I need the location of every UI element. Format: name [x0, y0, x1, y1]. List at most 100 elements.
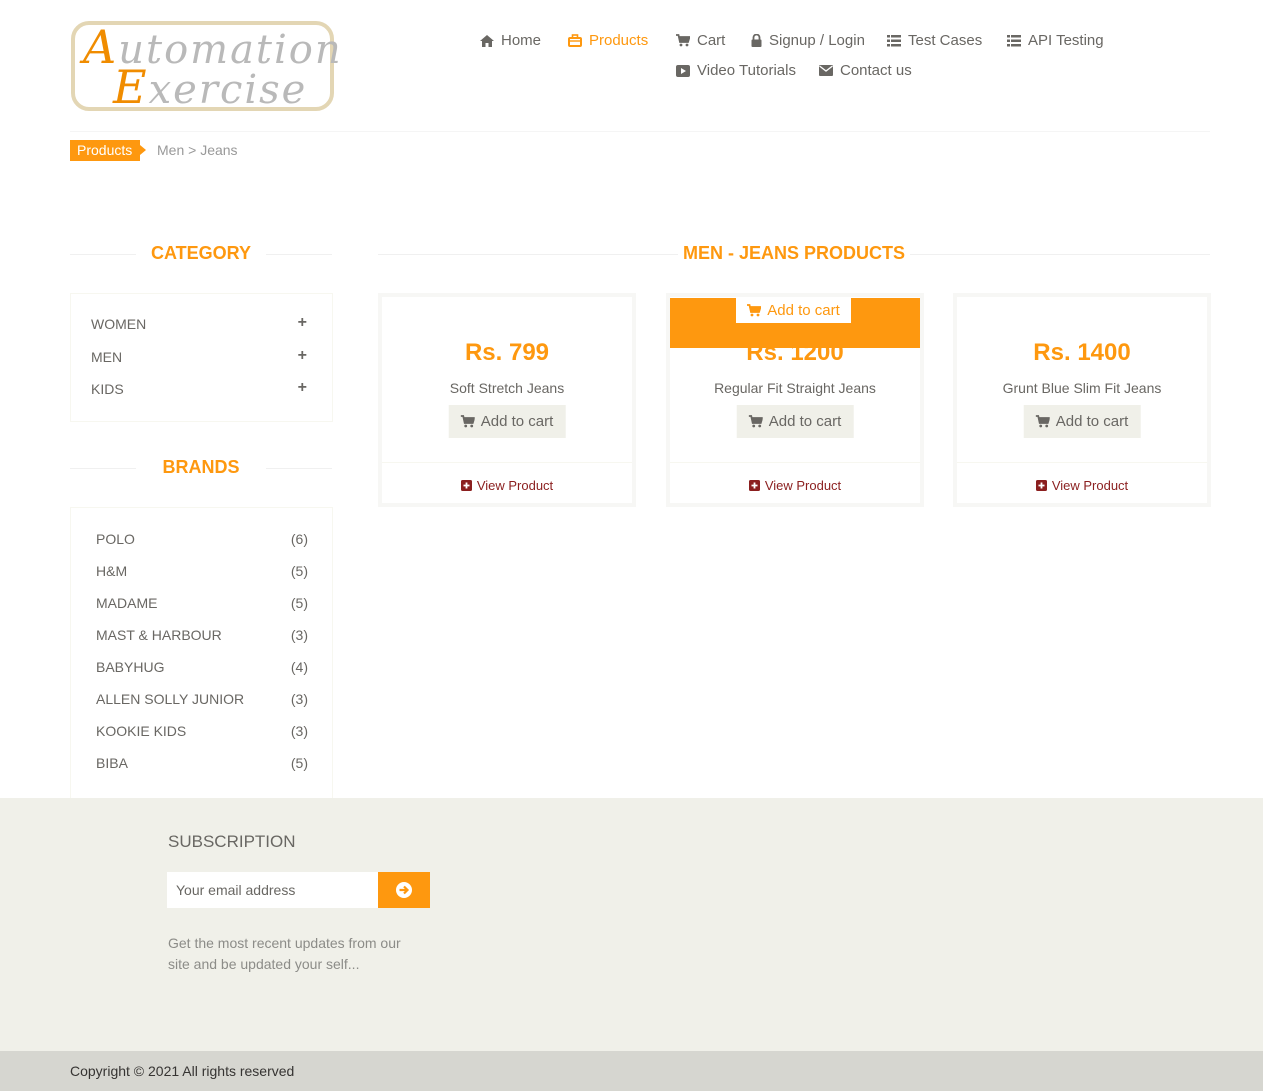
view-product-label: View Product [1051, 478, 1129, 493]
cart-icon [460, 415, 475, 428]
cart-icon [676, 34, 690, 47]
view-product-link[interactable]: View Product [382, 478, 632, 493]
header-divider [70, 131, 1210, 132]
category-men[interactable]: MEN + [91, 348, 307, 366]
category-label: MEN [91, 349, 123, 365]
category-title: CATEGORY [150, 243, 251, 263]
nav-products-label: Products [589, 32, 649, 49]
brand-count: (5) [290, 755, 308, 771]
copyright-text: Copyright © 2021 All rights reserved [70, 1063, 295, 1079]
add-to-cart-label: Add to cart [480, 413, 554, 430]
nav-video-label: Video Tutorials [697, 62, 796, 79]
breadcrumb-products[interactable]: Products [70, 140, 147, 161]
subscription-title: SUBSCRIPTION [168, 832, 296, 851]
nav-home[interactable]: Home [480, 32, 541, 49]
product-price: Rs. 1400 [1033, 339, 1131, 366]
nav-products[interactable]: Products [568, 32, 648, 49]
brand-mast-harbour[interactable]: MAST & HARBOUR (3) [96, 627, 308, 643]
subscription-email-input[interactable] [167, 872, 379, 908]
brand-kookie-kids[interactable]: KOOKIE KIDS (3) [96, 723, 308, 739]
view-product-link[interactable]: View Product [957, 478, 1207, 493]
brand-name: MADAME [96, 595, 158, 611]
category-women[interactable]: WOMEN + [91, 315, 307, 333]
nav-home-label: Home [501, 32, 542, 49]
card-divider [670, 462, 920, 463]
plus-square-icon [748, 480, 760, 491]
site-logo[interactable]: Automation Exercise [71, 21, 341, 114]
brands-panel: POLO (6) H&M (5) MADAME (5) MAST & HARBOUR (… [70, 507, 333, 799]
product-name: Grunt Blue Slim Fit Jeans [1002, 380, 1162, 396]
divider [70, 468, 136, 469]
brand-name: POLO [96, 531, 135, 547]
brand-polo[interactable]: POLO (6) [96, 531, 308, 547]
nav-contact-us[interactable]: Contact us [819, 62, 912, 79]
lock-icon [751, 34, 762, 47]
brand-allen-solly-junior[interactable]: ALLEN SOLLY JUNIOR (3) [96, 691, 308, 707]
products-section-title: MEN - JEANS PRODUCTS [682, 243, 906, 263]
view-product-label: View Product [764, 478, 842, 493]
view-product-link[interactable]: View Product [670, 478, 920, 493]
product-name: Regular Fit Straight Jeans [714, 380, 876, 396]
home-icon [480, 34, 494, 47]
card-divider [382, 462, 632, 463]
brand-count: (3) [290, 627, 308, 643]
list-icon [1007, 34, 1021, 46]
youtube-icon [676, 64, 690, 77]
list-icon [887, 34, 901, 46]
brand-name: ALLEN SOLLY JUNIOR [96, 691, 245, 707]
subscribe-button[interactable] [378, 872, 430, 908]
brand-name: BIBA [96, 755, 128, 771]
category-label: KIDS [91, 381, 124, 397]
add-to-cart-button[interactable]: Add to cart [1023, 405, 1141, 438]
nav-signup-label: Signup / Login [769, 32, 865, 49]
brand-hm[interactable]: H&M (5) [96, 563, 308, 579]
product-hover-overlay: Add to cart [670, 298, 920, 348]
nav-cart-label: Cart [697, 32, 726, 49]
divider [910, 254, 1210, 255]
brand-count: (5) [290, 595, 308, 611]
nav-signup-login[interactable]: Signup / Login [751, 32, 865, 49]
plus-icon[interactable]: + [298, 315, 307, 332]
product-card: Rs. 1200 Regular Fit Straight Jeans Add … [666, 293, 924, 507]
plus-icon[interactable]: + [298, 348, 307, 365]
add-to-cart-button[interactable]: Add to cart [448, 405, 566, 438]
nav-video-tutorials[interactable]: Video Tutorials [676, 62, 796, 79]
product-card: Rs. 799 Soft Stretch Jeans Add to cart V… [378, 293, 636, 507]
divider [266, 468, 332, 469]
card-divider [957, 462, 1207, 463]
nav-api-testing-label: API Testing [1028, 32, 1104, 49]
brand-count: (4) [290, 659, 308, 675]
product-name: Soft Stretch Jeans [449, 380, 565, 396]
plus-icon[interactable]: + [298, 380, 307, 397]
logo-text-line2: Exercise [113, 60, 308, 114]
brand-madame[interactable]: MADAME (5) [96, 595, 308, 611]
cart-icon [747, 304, 762, 317]
nav-test-cases[interactable]: Test Cases [887, 32, 982, 49]
view-product-label: View Product [476, 478, 554, 493]
category-label: WOMEN [91, 316, 147, 332]
nav-contact-label: Contact us [840, 62, 912, 79]
overlay-add-to-cart-button[interactable]: Add to cart [736, 298, 851, 323]
brand-biba[interactable]: BIBA (5) [96, 755, 308, 771]
divider [70, 254, 136, 255]
plus-square-icon [1035, 480, 1047, 491]
cart-icon [748, 415, 763, 428]
add-to-cart-button[interactable]: Add to cart [736, 405, 854, 438]
brand-name: MAST & HARBOUR [96, 627, 222, 643]
divider [266, 254, 332, 255]
category-kids[interactable]: KIDS + [91, 380, 307, 398]
nav-api-testing[interactable]: API Testing [1007, 32, 1104, 49]
brand-name: BABYHUG [96, 659, 165, 675]
subscription-text: Get the most recent updates from our sit… [168, 935, 401, 972]
product-card: Rs. 1400 Grunt Blue Slim Fit Jeans Add t… [953, 293, 1211, 507]
nav-test-cases-label: Test Cases [908, 32, 983, 49]
category-panel: WOMEN + MEN + KIDS + [70, 293, 333, 422]
brand-babyhug[interactable]: BABYHUG (4) [96, 659, 308, 675]
overlay-add-to-cart-label: Add to cart [767, 302, 840, 319]
brand-name: H&M [96, 563, 128, 579]
brand-count: (5) [290, 563, 308, 579]
brand-count: (3) [290, 691, 308, 707]
nav-cart[interactable]: Cart [676, 32, 725, 49]
add-to-cart-label: Add to cart [1055, 413, 1129, 430]
brand-name: KOOKIE KIDS [96, 723, 187, 739]
